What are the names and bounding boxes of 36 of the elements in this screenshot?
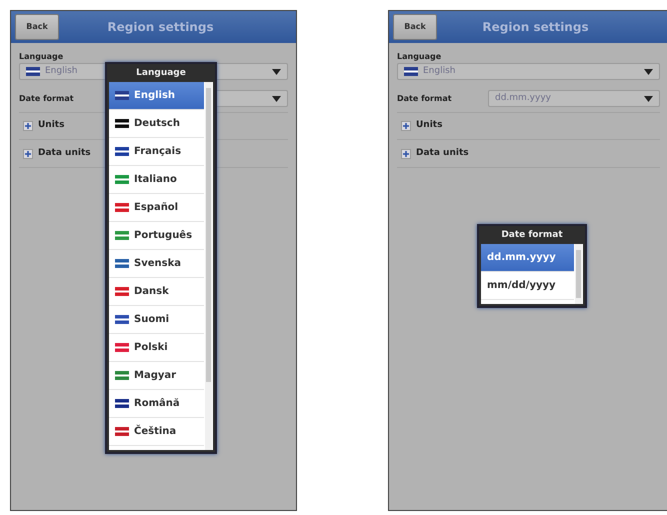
popup-title: Date format xyxy=(500,229,564,242)
option-item[interactable]: Italiano xyxy=(109,166,204,194)
option-item[interactable]: Polski xyxy=(109,334,204,362)
scrollbar[interactable] xyxy=(575,244,582,304)
option-item[interactable]: Deutsch xyxy=(109,110,204,138)
option-item[interactable]: Čeština xyxy=(109,418,204,446)
option-item[interactable]: mm/dd/yyyy xyxy=(481,272,574,300)
screen-title: Region settings xyxy=(481,19,590,36)
option-item[interactable]: Português xyxy=(109,222,204,250)
scrollbar[interactable] xyxy=(205,82,212,450)
field-label: Language xyxy=(397,51,442,63)
section-header[interactable]: Data units xyxy=(397,140,660,168)
option-item[interactable]: Magyar xyxy=(109,362,204,390)
option-item[interactable]: dd.mm.yyyy xyxy=(481,244,574,272)
option-item[interactable]: Română xyxy=(109,390,204,418)
dropdown-value: English xyxy=(45,64,78,78)
caret-icon xyxy=(272,96,281,102)
dropdown-value: English xyxy=(423,64,456,78)
field-label: Date format xyxy=(397,92,452,104)
back-button[interactable]: Back xyxy=(393,14,437,40)
option-item[interactable]: Svenska xyxy=(109,250,204,278)
option-item[interactable]: Español xyxy=(109,194,204,222)
back-button[interactable]: Back xyxy=(15,14,59,40)
option-item[interactable]: Dansk xyxy=(109,278,204,306)
option-item[interactable]: Français xyxy=(109,138,204,166)
field-label: Language xyxy=(19,51,64,63)
caret-icon xyxy=(272,68,281,74)
option-item[interactable]: Suomi xyxy=(109,306,204,334)
screen-title: Region settings xyxy=(106,19,215,36)
caret-icon xyxy=(644,96,653,102)
dropdown-value: dd.mm.yyyy xyxy=(495,92,551,105)
popup-title: Language xyxy=(135,67,187,80)
option-item[interactable]: English xyxy=(109,82,204,110)
field-label: Date format xyxy=(19,92,74,104)
section-header[interactable]: Units xyxy=(397,112,660,140)
caret-icon xyxy=(644,68,653,74)
